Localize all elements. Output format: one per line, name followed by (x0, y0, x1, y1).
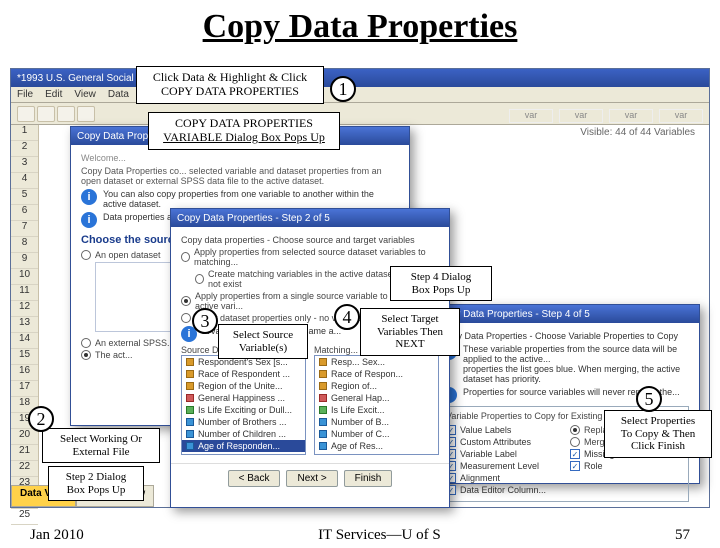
row-numbers: 123 456 789 101112 131415 161718 192021 … (11, 125, 39, 485)
info-icon: i (81, 212, 97, 228)
menu-data[interactable]: Data (108, 89, 129, 100)
step-badge-5: 5 (636, 386, 662, 412)
callout-1b: COPY DATA PROPERTIES VARIABLE Dialog Box… (148, 112, 340, 150)
callout-4b: Select TargetVariables ThenNEXT (360, 308, 460, 356)
info-icon: i (81, 189, 97, 205)
callout-2: Select Working OrExternal File (42, 428, 160, 463)
menu-file[interactable]: File (17, 89, 33, 100)
slide-title: Copy Data Properties (0, 8, 720, 46)
chk-measurement[interactable]: Measurement Level (446, 461, 560, 471)
back-button[interactable]: < Back (228, 470, 281, 487)
step3-subhead: Copy data properties - Choose source and… (181, 235, 439, 245)
step-badge-4: 4 (334, 304, 360, 330)
menu-edit[interactable]: Edit (45, 89, 62, 100)
step-badge-2: 2 (28, 406, 54, 432)
callout-1: Click Data & Highlight & Click COPY DATA… (136, 66, 324, 104)
step-badge-3: 3 (192, 308, 218, 334)
callout-2b: Step 2 DialogBox Pops Up (48, 466, 144, 501)
wizard-step3: Copy Data Properties - Step 2 of 5 Copy … (170, 208, 450, 508)
toolbar-button[interactable] (37, 106, 55, 122)
step-badge-1: 1 (330, 76, 356, 102)
toolbar-button[interactable] (57, 106, 75, 122)
step5-subhead: Copy Data Properties - Choose Variable P… (441, 331, 689, 341)
var-headers: var var var var (509, 109, 703, 123)
chk-value-labels[interactable]: Value Labels (446, 425, 560, 435)
toolbar-button[interactable] (17, 106, 35, 122)
callout-4a: Step 4 DialogBox Pops Up (390, 266, 492, 301)
next-button[interactable]: Next > (286, 470, 337, 487)
footer-page: 57 (675, 527, 690, 544)
wizard-buttons: < Back Next > Finish (171, 463, 449, 495)
welcome-text: Welcome... (81, 153, 399, 163)
step5-desc1: These variable properties from the sourc… (463, 344, 689, 364)
menu-view[interactable]: View (74, 89, 96, 100)
intro2: You can also copy properties from one va… (103, 189, 399, 209)
chk-custom-attr[interactable]: Custom Attributes (446, 437, 560, 447)
footer-center: IT Services—U of S (318, 527, 441, 544)
spss-menubar: File Edit View Data Transform Analyze Gr… (11, 87, 709, 103)
slide-footer: Jan 2010 IT Services—U of S 57 (0, 527, 720, 544)
chk-data-editor-col[interactable]: Data Editor Column... (446, 485, 560, 495)
wizard-step3-title: Copy Data Properties - Step 2 of 5 (171, 209, 449, 227)
chk-var-label[interactable]: Variable Label (446, 449, 560, 459)
callout-3: Select SourceVariable(s) (218, 324, 308, 359)
intro1: Copy Data Properties co... selected vari… (81, 166, 399, 186)
callout-5: Select PropertiesTo Copy & ThenClick Fin… (604, 410, 712, 458)
chk-alignment[interactable]: Alignment (446, 473, 560, 483)
wizard-step5-title: Copy Data Properties - Step 4 of 5 (431, 305, 699, 323)
source-vars-list[interactable]: Respondent's Sex [s... Race of Responden… (181, 355, 306, 455)
footer-date: Jan 2010 (30, 527, 84, 544)
finish-button[interactable]: Finish (344, 470, 393, 487)
target-vars-list[interactable]: Resp... Sex... Race of Respon... Region … (314, 355, 439, 455)
chk-role[interactable]: Role (570, 461, 684, 471)
toolbar-button[interactable] (77, 106, 95, 122)
spss-titlebar: *1993 U.S. General Social Sur... (11, 69, 709, 87)
opt-apply-selected[interactable]: Apply properties from selected source da… (181, 247, 439, 267)
step5-desc2: properties the list goes blue. When merg… (463, 364, 689, 384)
